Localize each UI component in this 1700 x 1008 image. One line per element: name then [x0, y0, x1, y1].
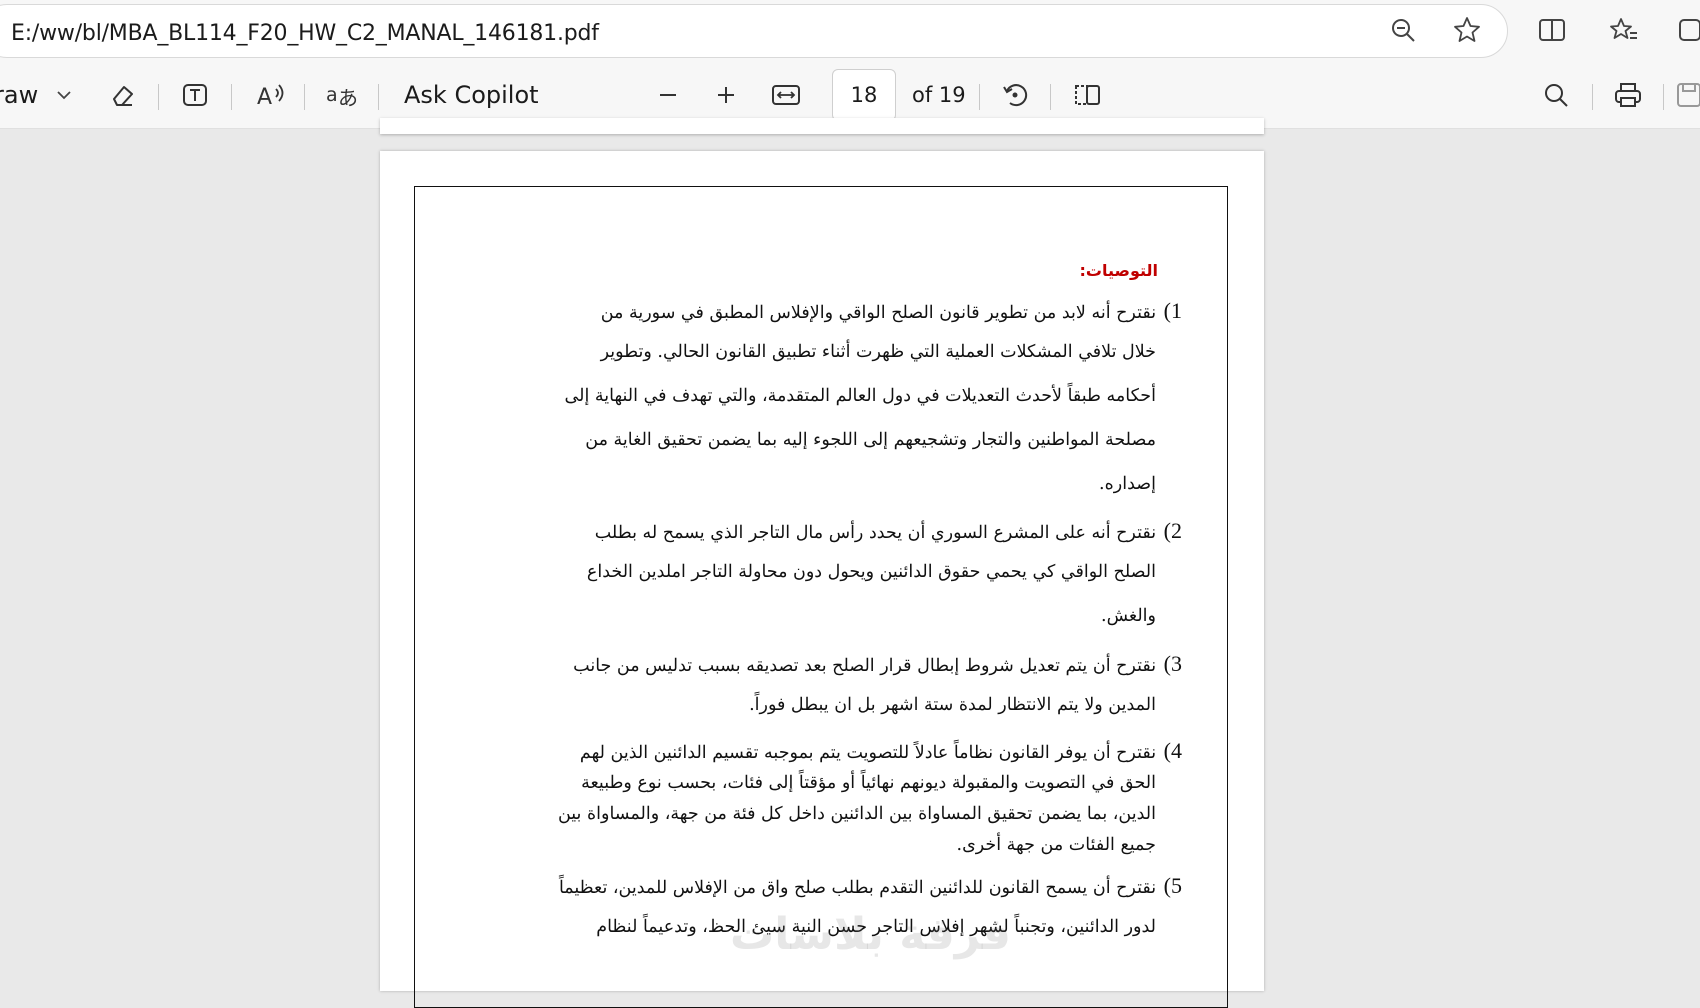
toolbar-divider [1592, 84, 1593, 110]
page-number-value: 18 [850, 83, 878, 107]
url-text[interactable]: E:/ww/bl/MBA_BL114_F20_HW_C2_MANAL_14618… [11, 21, 599, 46]
recommendation-number: 5) [1163, 873, 1182, 898]
recommendation-line: أحكامه طبقاً لأحدث التعديلات في دول العا… [564, 386, 1156, 406]
toolbar-divider [158, 84, 159, 110]
recommendation-number: 3) [1163, 651, 1182, 676]
recommendation-line: 1) نقترح أنه لابد من تطوير قانون الصلح ا… [600, 298, 1182, 323]
zoom-in-plus-icon[interactable] [709, 75, 743, 115]
recommendation-line: 2) نقترح أنه على المشرع السوري أن يحدد ر… [594, 518, 1182, 543]
fit-to-width-icon[interactable] [768, 75, 804, 115]
toolbar-divider [1050, 84, 1051, 110]
translate-icon[interactable]: aあ [322, 75, 362, 115]
recommendation-line: الحق في التصويت والمقبولة ديونهم نهائياً… [581, 773, 1156, 793]
recommendation-item-2: 2) نقترح أنه على المشرع السوري أن يحدد ر… [587, 518, 1182, 650]
zoom-out-page-icon[interactable] [1385, 12, 1421, 48]
svg-text:a: a [326, 84, 338, 106]
toolbar-divider [1663, 84, 1664, 110]
address-bar-area: E:/ww/bl/MBA_BL114_F20_HW_C2_MANAL_14618… [0, 0, 1700, 62]
print-icon[interactable] [1610, 75, 1646, 115]
save-icon[interactable] [1674, 75, 1700, 115]
recommendation-item-3: 3) نقترح أن يتم تعديل شروط إبطال قرار ال… [573, 651, 1182, 739]
recommendation-number: 4) [1163, 738, 1182, 763]
recommendation-item-4: 4) نقترح أن يوفر القانون نظاماً عادلاً ل… [558, 738, 1182, 866]
recommendation-line: إصداره. [1099, 474, 1156, 494]
page-total-label: of 19 [912, 83, 966, 107]
read-aloud-icon[interactable]: A [252, 75, 292, 115]
recommendation-line: الصلح الواقي كي يحمي حقوق الدائنين ويحول… [586, 562, 1156, 582]
recommendation-line: الدين، بما يضمن تحقيق المساواة بين الدائ… [557, 804, 1156, 824]
pdf-page: التوصيات: 1) نقترح أنه لابد من تطوير قان… [380, 151, 1264, 1008]
collections-icon[interactable] [1672, 12, 1700, 48]
draw-button[interactable]: raw [0, 75, 38, 115]
toolbar-divider [378, 84, 379, 110]
eraser-icon[interactable] [104, 75, 140, 115]
toolbar-divider [304, 84, 305, 110]
page-view-icon[interactable] [1070, 75, 1106, 115]
favorite-star-icon[interactable] [1449, 12, 1485, 48]
page-number-input[interactable]: 18 [832, 69, 896, 121]
recommendation-item-1: 1) نقترح أنه لابد من تطوير قانون الصلح ا… [565, 298, 1182, 518]
address-bar[interactable]: E:/ww/bl/MBA_BL114_F20_HW_C2_MANAL_14618… [0, 4, 1508, 58]
recommendation-line: والغش. [1101, 606, 1156, 626]
watermark-text: فرقة بلاسات [730, 909, 1011, 960]
recommendation-line: خلال تلافي المشكلات العملية التي ظهرت أث… [600, 342, 1156, 362]
recommendation-line: مصلحة المواطنين والتجار وتشجيعهم إلى الل… [585, 430, 1156, 450]
svg-text:あ: あ [338, 86, 358, 110]
recommendation-line: 4) نقترح أن يوفر القانون نظاماً عادلاً ل… [579, 738, 1182, 763]
ask-copilot-button[interactable]: Ask Copilot [404, 75, 539, 115]
draw-options-chevron-down-icon[interactable] [52, 75, 76, 115]
add-text-icon[interactable] [177, 75, 213, 115]
split-screen-icon[interactable] [1534, 12, 1570, 48]
recommendations-heading: التوصيات: [1079, 261, 1158, 280]
page-total: of 19 [912, 75, 966, 115]
rotate-icon[interactable] [997, 75, 1033, 115]
recommendation-line: جميع الفئات من جهة أخرى. [956, 835, 1156, 855]
svg-text:A: A [257, 85, 272, 109]
search-icon[interactable] [1538, 75, 1574, 115]
toolbar-divider [231, 84, 232, 110]
favorites-icon[interactable] [1606, 12, 1642, 48]
ask-copilot-label: Ask Copilot [404, 81, 539, 109]
recommendation-line: 3) نقترح أن يتم تعديل شروط إبطال قرار ال… [573, 651, 1182, 676]
draw-label: raw [0, 81, 39, 109]
toolbar-divider [979, 84, 980, 110]
zoom-out-minus-icon[interactable] [651, 75, 685, 115]
recommendation-line: المدين ولا يتم الانتظار لمدة ستة اشهر بل… [749, 695, 1156, 715]
previous-page-edge [380, 118, 1264, 134]
recommendation-number: 2) [1163, 518, 1182, 543]
recommendation-number: 1) [1163, 298, 1182, 323]
